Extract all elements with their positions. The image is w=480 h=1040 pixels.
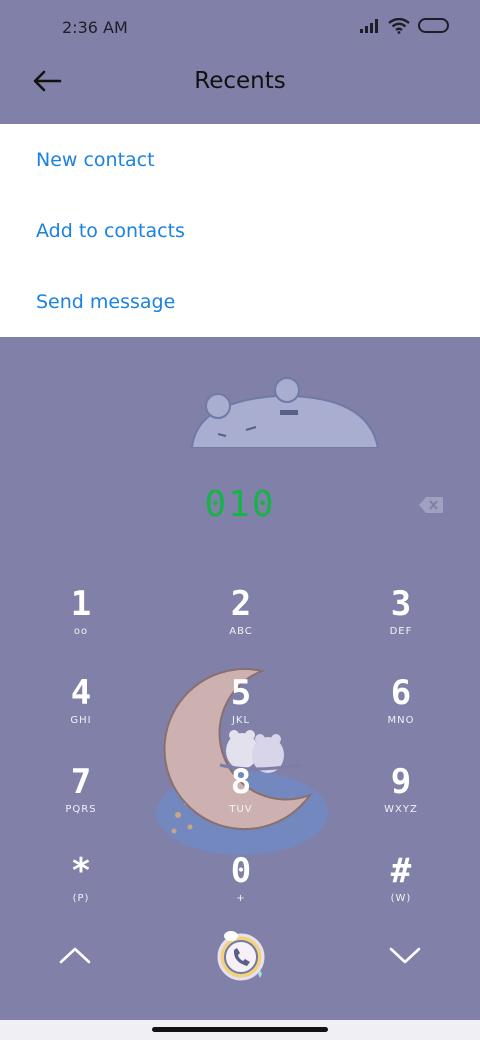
key-digit: # bbox=[390, 851, 412, 891]
key-0[interactable]: 0 + bbox=[186, 853, 296, 933]
key-star[interactable]: * (P) bbox=[26, 853, 136, 933]
new-contact-menu-item[interactable]: New contact bbox=[0, 124, 480, 195]
key-letters: GHI bbox=[70, 715, 92, 726]
voicemail-icon: oo bbox=[73, 626, 89, 637]
key-5[interactable]: 5 JKL bbox=[186, 675, 296, 755]
key-digit: 2 bbox=[230, 584, 252, 624]
key-digit: 8 bbox=[230, 762, 252, 802]
dialed-number: 010 bbox=[204, 484, 276, 525]
key-8[interactable]: 8 TUV bbox=[186, 764, 296, 844]
key-7[interactable]: 7 PQRS bbox=[26, 764, 136, 844]
key-letters: (W) bbox=[390, 893, 412, 904]
key-letters: + bbox=[236, 893, 246, 904]
key-digit: 1 bbox=[70, 584, 92, 624]
key-letters: JKL bbox=[231, 715, 251, 726]
context-menu: New contact Add to contacts Send message bbox=[0, 124, 480, 337]
key-digit: 7 bbox=[70, 762, 92, 802]
send-message-menu-item[interactable]: Send message bbox=[0, 266, 480, 337]
page-title: Recents bbox=[194, 68, 286, 94]
chevron-down-icon[interactable] bbox=[385, 940, 425, 970]
add-to-contacts-menu-item[interactable]: Add to contacts bbox=[0, 195, 480, 266]
key-3[interactable]: 3 DEF bbox=[346, 586, 456, 666]
key-digit: 4 bbox=[70, 673, 92, 713]
status-bar: 2:36 AM bbox=[0, 0, 480, 56]
key-4[interactable]: 4 GHI bbox=[26, 675, 136, 755]
key-1[interactable]: 1 oo bbox=[26, 586, 136, 666]
key-letters: WXYZ bbox=[384, 804, 418, 815]
key-letters: MNO bbox=[387, 715, 415, 726]
system-nav-bar bbox=[0, 1020, 480, 1040]
key-digit: 6 bbox=[390, 673, 412, 713]
title-bar: Recents bbox=[0, 56, 480, 124]
call-button[interactable] bbox=[214, 928, 268, 982]
status-time: 2:36 AM bbox=[62, 18, 128, 37]
key-6[interactable]: 6 MNO bbox=[346, 675, 456, 755]
key-2[interactable]: 2 ABC bbox=[186, 586, 296, 666]
number-display: 010 bbox=[0, 484, 480, 534]
key-digit: 3 bbox=[390, 584, 412, 624]
wifi-icon bbox=[388, 18, 410, 34]
backspace-icon[interactable] bbox=[418, 496, 444, 514]
key-letters: DEF bbox=[389, 626, 413, 637]
key-letters: TUV bbox=[229, 804, 253, 815]
key-digit: 9 bbox=[390, 762, 412, 802]
key-digit: 0 bbox=[230, 851, 252, 891]
key-letters: PQRS bbox=[65, 804, 97, 815]
key-digit: * bbox=[70, 851, 92, 891]
home-indicator[interactable] bbox=[152, 1027, 328, 1032]
key-letters: ABC bbox=[229, 626, 253, 637]
key-9[interactable]: 9 WXYZ bbox=[346, 764, 456, 844]
chevron-up-icon[interactable] bbox=[55, 940, 95, 970]
theme-bear-illustration bbox=[180, 377, 400, 452]
key-digit: 5 bbox=[230, 673, 252, 713]
key-hash[interactable]: # (W) bbox=[346, 853, 456, 933]
status-icons bbox=[360, 18, 450, 34]
signal-icon bbox=[360, 19, 378, 33]
battery-icon bbox=[418, 18, 449, 33]
key-letters: (P) bbox=[72, 893, 90, 904]
